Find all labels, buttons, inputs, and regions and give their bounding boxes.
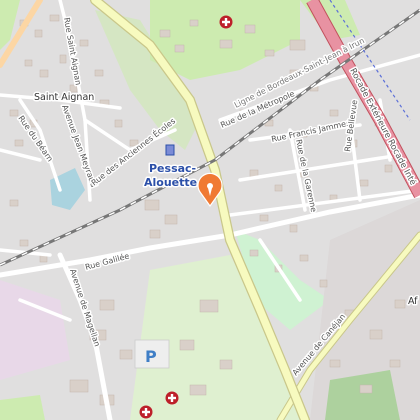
station-label-line2: Alouette — [144, 176, 197, 189]
place-label-saint-aignan: Saint Aignan — [34, 92, 94, 103]
map-canvas[interactable]: Saint Aignan Pessac- Alouette Ligne de B… — [0, 0, 420, 420]
hospital-icon[interactable] — [219, 15, 233, 29]
hospital-icon[interactable] — [139, 405, 153, 419]
station-label-line1: Pessac- — [149, 162, 196, 175]
hospital-icon[interactable] — [165, 391, 179, 405]
parking-icon[interactable]: P — [145, 347, 157, 366]
area-label-af: Af — [408, 296, 418, 307]
map-view[interactable]: Saint Aignan Pessac- Alouette Ligne de B… — [0, 0, 420, 420]
train-station-icon[interactable] — [165, 144, 175, 156]
